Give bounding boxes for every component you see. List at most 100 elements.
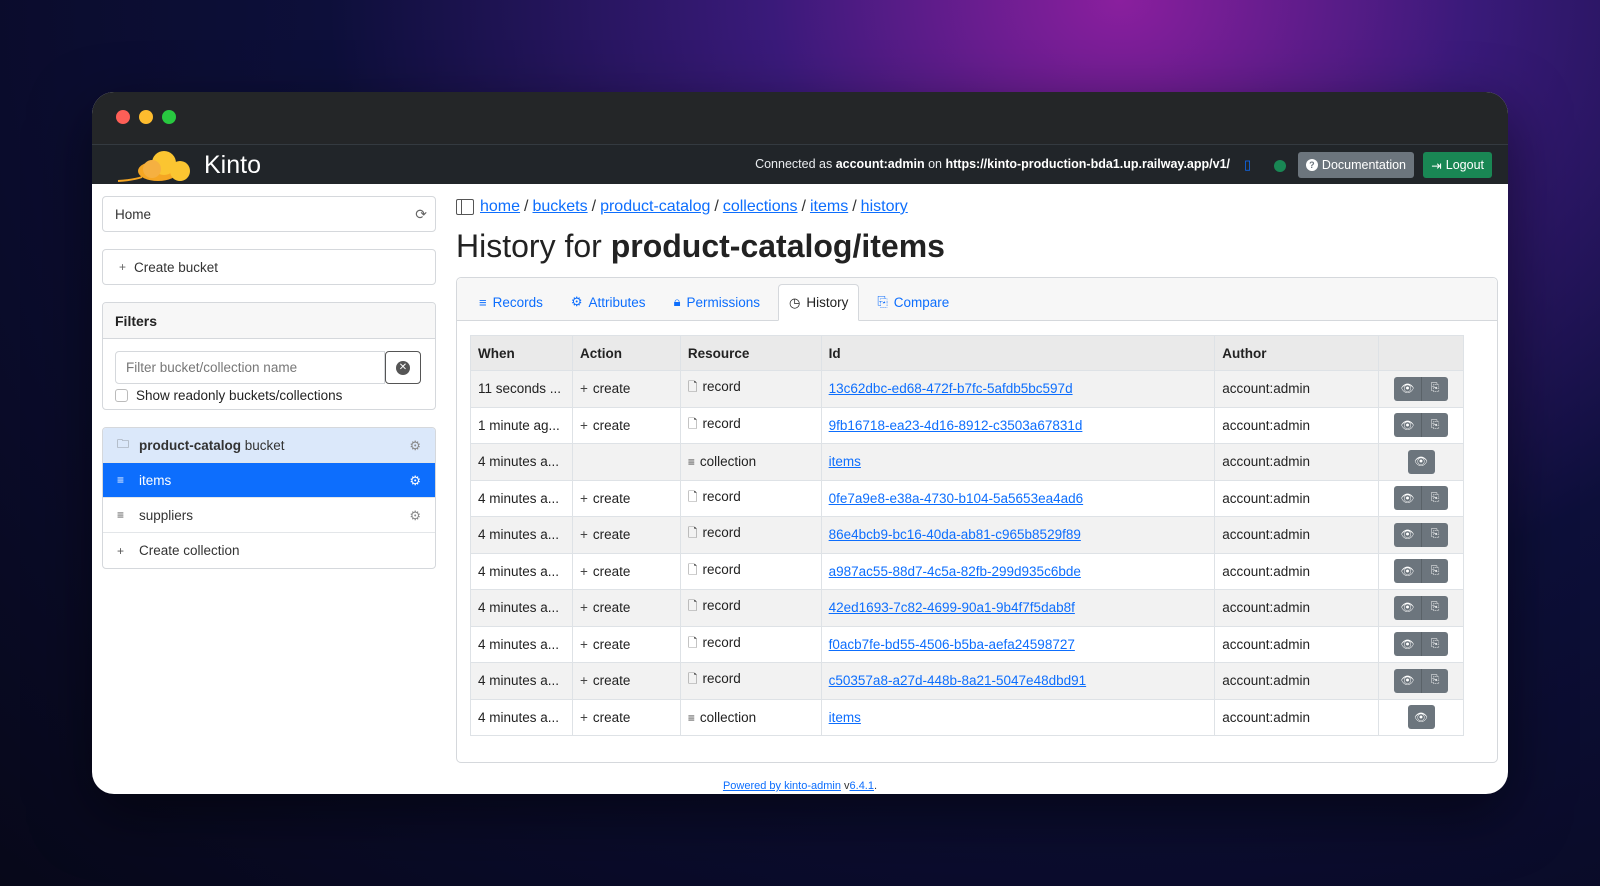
breadcrumb-buckets[interactable]: buckets [532, 198, 587, 216]
view-icon[interactable]: 👁︎ [1394, 413, 1422, 438]
cell-when: 4 minutes a... [470, 625, 573, 663]
diff-icon[interactable]: ⎘ [1421, 413, 1449, 438]
cell-id: c50357a8-a27d-448b-8a21-5047e48dbd91 [820, 662, 1216, 700]
cell-author: account:admin [1214, 589, 1380, 627]
sidebar-bucket-product-catalog[interactable]: 🗀 product-catalog bucket ⚙ [103, 428, 435, 463]
cell-id: a987ac55-88d7-4c5a-82fb-299d935c6bde [820, 552, 1216, 590]
col-action: Action [571, 335, 681, 371]
logout-button[interactable]: ⇥ Logout [1423, 152, 1492, 178]
diff-icon[interactable]: ⎘ [1421, 522, 1449, 547]
clear-filter-button[interactable]: ✕ [385, 351, 421, 384]
cell-id: 86e4bcb9-bc16-40da-ab81-c965b8529f89 [820, 516, 1216, 554]
diff-icon[interactable]: ⎘ [1421, 668, 1449, 693]
table-row: 4 minutes a... ≡ collection items account:ad… [470, 443, 1464, 481]
diff-icon[interactable]: ⎘ [1421, 559, 1449, 584]
plus-icon: + [579, 563, 588, 579]
file-icon: 🗋 [687, 489, 698, 504]
view-icon[interactable]: 👁︎ [1394, 632, 1422, 657]
record-id-link[interactable]: 13c62dbc-ed68-472f-b7fc-5afdb5bc597d [829, 381, 1073, 396]
cell-id: 0fe7a9e8-e38a-4730-b104-5a5653ea4ad6 [820, 479, 1216, 517]
breadcrumb-collection[interactable]: items [810, 198, 848, 216]
record-id-link[interactable]: 0fe7a9e8-e38a-4730-b104-5a5653ea4ad6 [829, 491, 1083, 506]
cell-action: + create [571, 662, 681, 700]
plus-icon: + [579, 527, 588, 543]
tab-attributes[interactable]: ⚙ Attributes [561, 284, 656, 320]
diff-icon[interactable]: ⎘ [1421, 376, 1449, 401]
cell-author: account:admin [1214, 479, 1380, 517]
tab-history[interactable]: ◷ History [778, 284, 860, 321]
record-id-link[interactable]: f0acb7fe-bd55-4506-b5ba-aefa24598727 [829, 637, 1075, 652]
col-actions [1378, 335, 1464, 371]
cell-actions: 👁︎ ⎘ [1378, 479, 1464, 517]
filter-input[interactable]: Filter bucket/collection name [115, 351, 385, 384]
clipboard-icon[interactable]: ▯ [1244, 157, 1256, 172]
cell-resource: 🗋 record [679, 662, 822, 700]
documentation-button[interactable]: ? Documentation [1297, 152, 1414, 178]
cell-id: items [820, 698, 1216, 736]
minimize-window-button[interactable] [139, 110, 153, 124]
diff-icon[interactable]: ⎘ [1421, 595, 1449, 620]
record-id-link[interactable]: 86e4bcb9-bc16-40da-ab81-c965b8529f89 [829, 527, 1081, 542]
sidebar-collection-items[interactable]: ≡ items ⚙ [103, 463, 435, 498]
breadcrumb-home[interactable]: home [480, 198, 520, 216]
list-icon: ≡ [687, 710, 695, 725]
diff-icon[interactable]: ⎘ [1421, 486, 1449, 511]
cell-id: f0acb7fe-bd55-4506-b5ba-aefa24598727 [820, 625, 1216, 663]
record-id-link[interactable]: items [829, 454, 861, 469]
list-icon: ≡ [479, 294, 487, 310]
view-icon[interactable]: 👁︎ [1394, 595, 1422, 620]
powered-by-link[interactable]: Powered by kinto-admin [723, 780, 841, 792]
breadcrumb-collections[interactable]: collections [723, 198, 798, 216]
folder-icon: 🗀 [117, 436, 130, 451]
logout-icon: ⇥ [1431, 158, 1442, 173]
cell-actions: 👁︎ ⎘ [1378, 589, 1464, 627]
record-id-link[interactable]: items [829, 710, 861, 725]
maximize-window-button[interactable] [162, 110, 176, 124]
breadcrumb-history[interactable]: history [861, 198, 908, 216]
view-icon[interactable]: 👁︎ [1394, 522, 1422, 547]
view-icon[interactable]: 👁︎ [1394, 376, 1422, 401]
diff-icon[interactable]: ⎘ [1421, 632, 1449, 657]
brand-name[interactable]: Kinto [204, 151, 261, 180]
view-icon[interactable]: 👁︎ [1394, 668, 1422, 693]
sidebar-home[interactable]: Home ⟳ [102, 196, 436, 232]
plus-icon: + [579, 709, 588, 725]
close-window-button[interactable] [116, 110, 130, 124]
table-row: 4 minutes a... + create ≡ collection items acc… [470, 698, 1464, 736]
readonly-checkbox[interactable] [115, 389, 128, 402]
gear-icon[interactable]: ⚙ [409, 508, 421, 524]
table-row: 4 minutes a... + create 🗋 record a987ac55-88d… [470, 552, 1464, 590]
cell-action [571, 443, 681, 481]
col-id: Id [820, 335, 1216, 371]
sidebar-toggle-icon[interactable] [456, 199, 474, 215]
view-icon[interactable]: 👁︎ [1394, 559, 1422, 584]
view-icon[interactable]: 👁︎ [1407, 705, 1435, 730]
readonly-toggle[interactable]: Show readonly buckets/collections [115, 388, 423, 403]
record-id-link[interactable]: 9fb16718-ea23-4d16-8912-c3503a67831d [829, 418, 1083, 433]
filters-panel: Filters Filter bucket/collection name ✕ … [102, 302, 436, 410]
refresh-icon[interactable]: ⟳ [415, 206, 427, 223]
gear-icon[interactable]: ⚙ [409, 473, 421, 489]
create-bucket-button[interactable]: + Create bucket [102, 249, 436, 285]
tab-records[interactable]: ≡ Records [469, 284, 553, 320]
plus-icon: + [579, 600, 588, 616]
cell-action: + create [571, 698, 681, 736]
tab-compare[interactable]: ⎘ Compare [867, 284, 959, 320]
gear-icon[interactable]: ⚙ [409, 438, 421, 454]
table-row: 4 minutes a... + create 🗋 record c50357a8-a27… [470, 662, 1464, 700]
version-link[interactable]: 6.4.1 [850, 780, 874, 792]
record-id-link[interactable]: a987ac55-88d7-4c5a-82fb-299d935c6bde [829, 564, 1081, 579]
view-icon[interactable]: 👁︎ [1407, 449, 1435, 474]
sidebar-collection-suppliers[interactable]: ≡ suppliers ⚙ [103, 498, 435, 533]
cell-resource: 🗋 record [679, 370, 822, 408]
view-icon[interactable]: 👁︎ [1394, 486, 1422, 511]
cell-id: 13c62dbc-ed68-472f-b7fc-5afdb5bc597d [820, 370, 1216, 408]
record-id-link[interactable]: 42ed1693-7c82-4699-90a1-9b4f7f5dab8f [829, 600, 1075, 615]
create-collection-button[interactable]: + Create collection [103, 533, 435, 568]
cell-when: 1 minute ag... [470, 406, 573, 444]
cell-action: + create [571, 589, 681, 627]
tab-permissions[interactable]: 🔒︎ Permissions [664, 284, 770, 320]
record-id-link[interactable]: c50357a8-a27d-448b-8a21-5047e48dbd91 [829, 673, 1086, 688]
breadcrumb-bucket[interactable]: product-catalog [600, 198, 710, 216]
file-icon: 🗋 [687, 599, 698, 614]
